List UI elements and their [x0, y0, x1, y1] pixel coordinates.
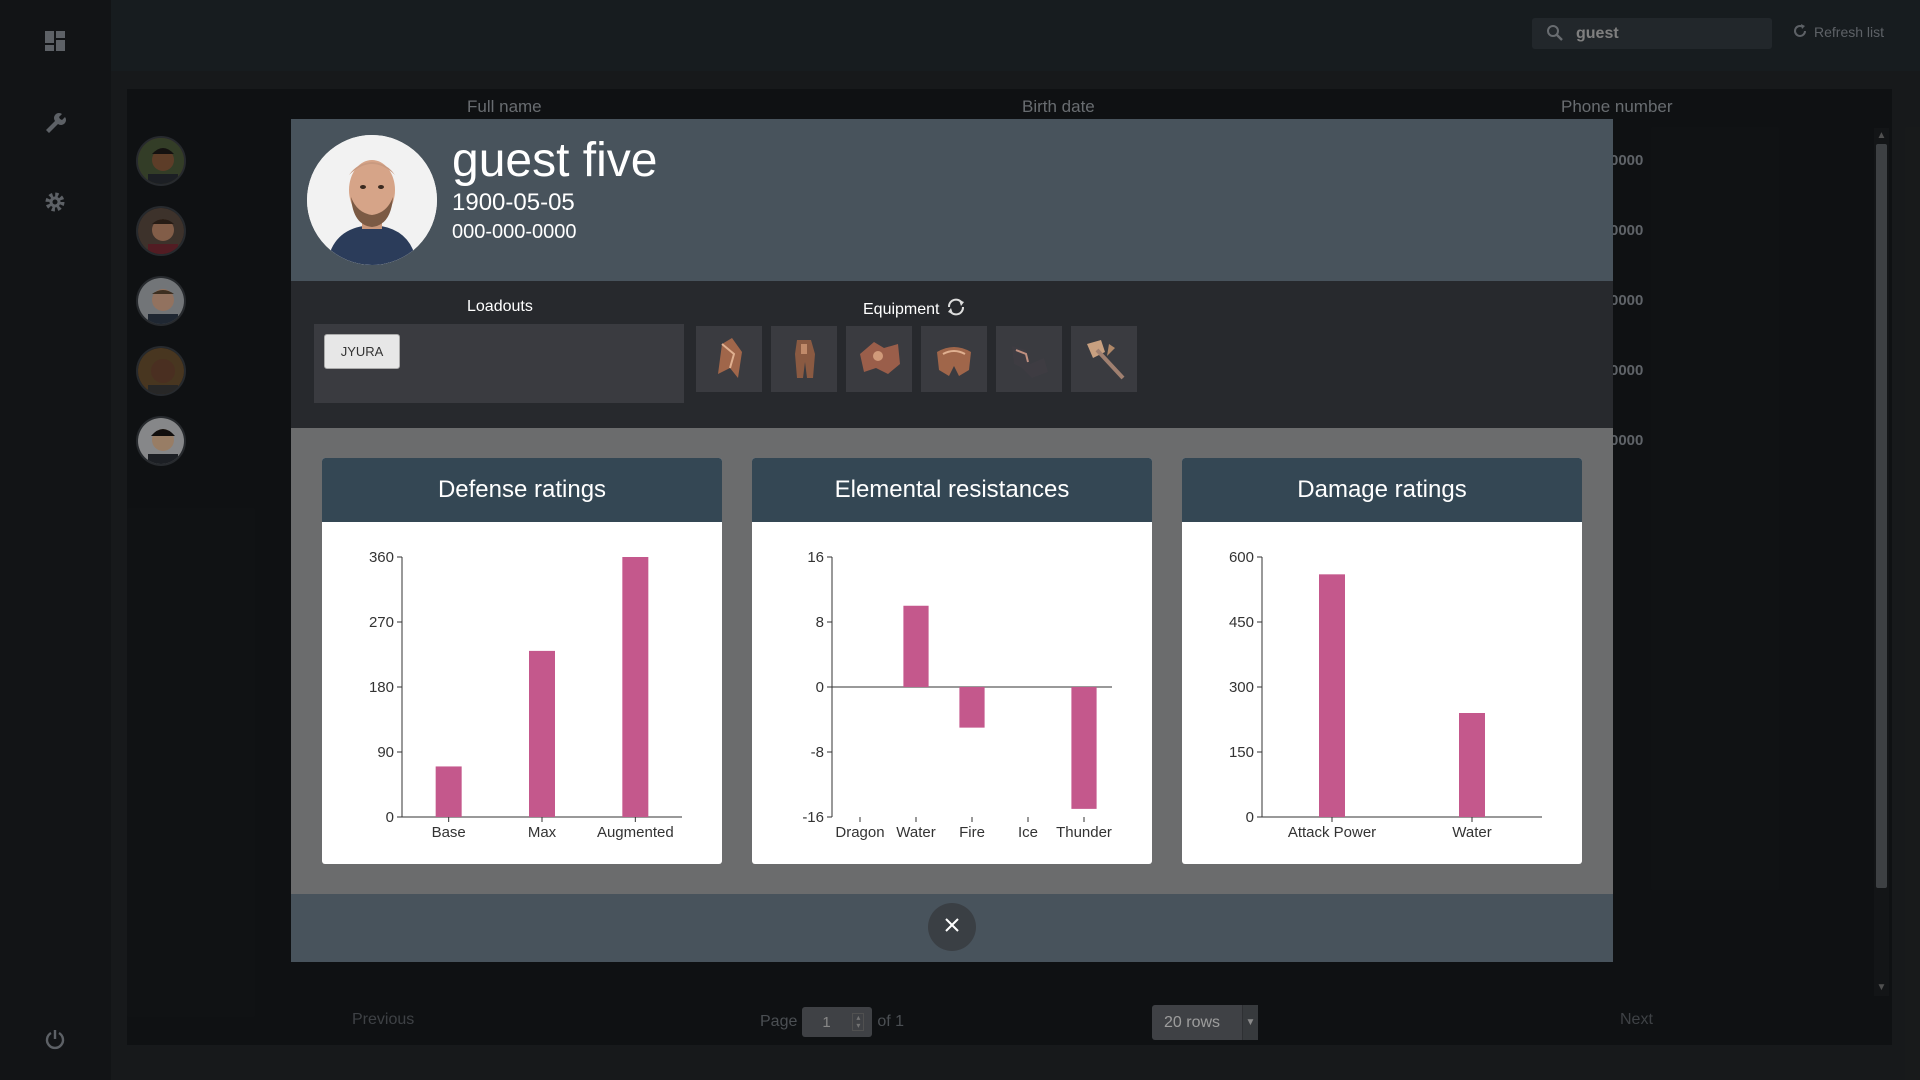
sync-icon[interactable]	[946, 298, 966, 321]
equipment-title: Equipment	[863, 298, 966, 321]
x-tick-label: Augmented	[597, 824, 674, 841]
x-tick-label: Water	[1452, 824, 1491, 841]
equipment-title-label: Equipment	[863, 300, 940, 318]
chest-icon[interactable]	[771, 326, 837, 392]
helm-icon[interactable]	[696, 326, 762, 392]
damage-ratings-card: Damage ratings 0 150 300 450 600 Attack Power…	[1182, 458, 1582, 864]
y-tick-label: 0	[386, 809, 394, 826]
y-tick-label: -8	[811, 744, 824, 761]
bar[interactable]	[903, 605, 929, 687]
loadouts-list: JYURA	[314, 324, 684, 403]
y-tick-label: -16	[802, 809, 824, 826]
damage-ratings-chart: 0 150 300 450 600 Attack Power Water	[1229, 549, 1542, 841]
loadout-equipment-section: Loadouts JYURA Equipment	[291, 281, 1613, 428]
modal-header: guest five 1900-05-05 000-000-0000	[291, 119, 1613, 281]
defense-ratings-chart: 0 90 180 270 360 Base Max Augmented	[369, 549, 682, 841]
x-tick-label: Thunder	[1056, 824, 1112, 841]
bar[interactable]	[435, 766, 462, 817]
y-tick-label: 0	[816, 679, 824, 696]
guest-detail-modal: guest five 1900-05-05 000-000-0000 Loado…	[291, 119, 1613, 962]
waist-icon[interactable]	[921, 326, 987, 392]
x-tick-label: Fire	[959, 824, 985, 841]
guest-name: guest five	[452, 134, 658, 187]
loadout-button[interactable]: JYURA	[324, 334, 400, 369]
y-tick-label: 300	[1229, 679, 1254, 696]
y-tick-label: 270	[369, 614, 394, 631]
weapon-icon[interactable]	[1071, 326, 1137, 392]
elemental-resistances-title: Elemental resistances	[752, 458, 1152, 522]
y-tick-label: 360	[369, 549, 394, 566]
arms-icon[interactable]	[846, 326, 912, 392]
bar[interactable]	[1319, 574, 1345, 817]
defense-ratings-card: Defense ratings 0 90 180 270 360 Base Max Augme…	[322, 458, 722, 864]
damage-ratings-title: Damage ratings	[1182, 458, 1582, 522]
y-tick-label: 180	[369, 679, 394, 696]
x-tick-label: Attack Power	[1288, 824, 1376, 841]
y-tick-label: 90	[377, 744, 394, 761]
modal-footer	[291, 894, 1613, 962]
guest-birth-date: 1900-05-05	[452, 189, 575, 216]
y-tick-label: 600	[1229, 549, 1254, 566]
bar[interactable]	[1071, 687, 1097, 809]
x-tick-label: Base	[432, 824, 466, 841]
bar[interactable]	[622, 557, 649, 817]
x-tick-label: Water	[896, 824, 935, 841]
x-tick-label: Ice	[1018, 824, 1038, 841]
guest-phone: 000-000-0000	[452, 221, 577, 243]
y-tick-label: 0	[1246, 809, 1254, 826]
x-tick-label: Max	[528, 824, 557, 841]
bar[interactable]	[529, 650, 555, 817]
legs-icon[interactable]	[996, 326, 1062, 392]
elemental-resistances-chart: -16 -8 0 8 16 Dragon Water Fire Ice Thunder	[802, 549, 1112, 841]
y-tick-label: 150	[1229, 744, 1254, 761]
defense-ratings-title: Defense ratings	[322, 458, 722, 522]
y-tick-label: 16	[807, 549, 824, 566]
y-tick-label: 450	[1229, 614, 1254, 631]
bar[interactable]	[1459, 713, 1485, 817]
close-button[interactable]	[928, 903, 976, 951]
profile-photo	[307, 135, 437, 265]
elemental-resistances-card: Elemental resistances -16 -8 0 8 16 Dragon Wat…	[752, 458, 1152, 864]
loadouts-title: Loadouts	[467, 298, 533, 315]
close-icon	[944, 917, 960, 938]
x-tick-label: Dragon	[835, 824, 884, 841]
y-tick-label: 8	[816, 614, 824, 631]
bar[interactable]	[959, 687, 985, 728]
